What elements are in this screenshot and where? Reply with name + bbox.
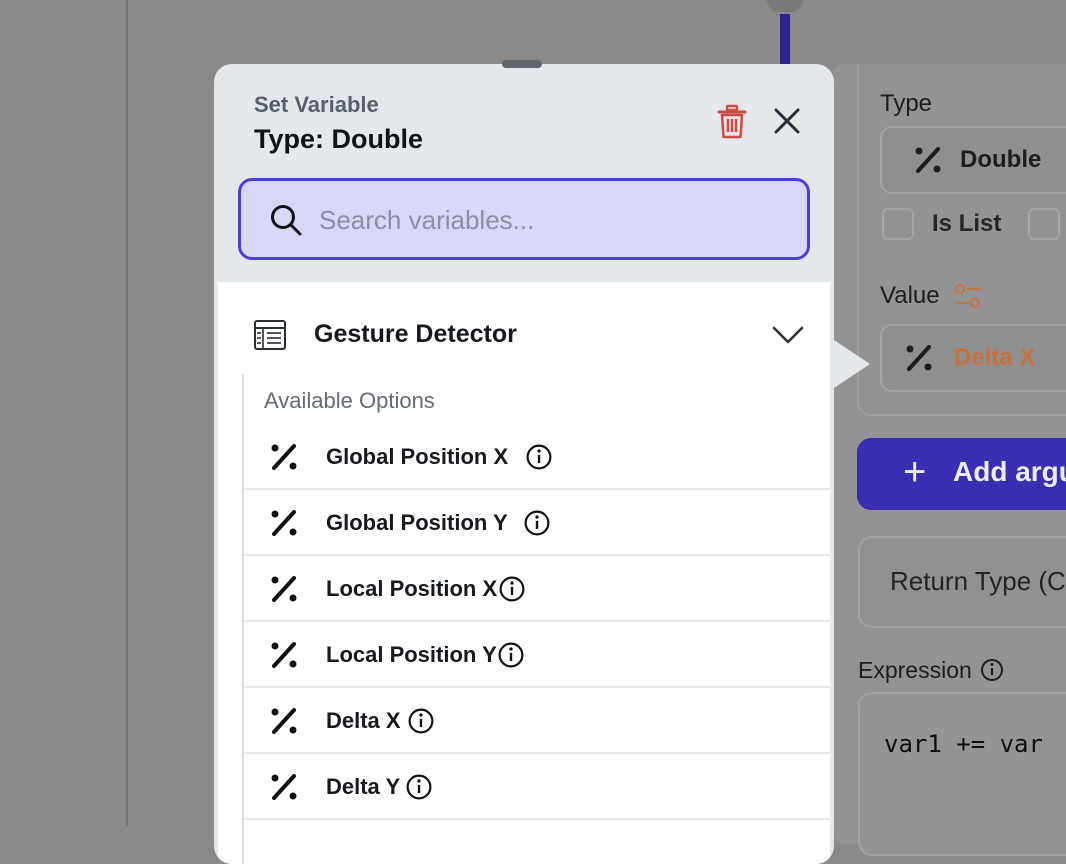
chevron-down-icon[interactable]: [772, 324, 804, 346]
available-options-label: Available Options: [264, 388, 435, 413]
return-type-field[interactable]: Return Type (C: [858, 536, 1066, 628]
list-item-delta-y[interactable]: Delta Y: [244, 756, 830, 820]
info-icon[interactable]: [498, 642, 524, 668]
value-text: Delta X: [954, 344, 1036, 371]
search-icon: [271, 205, 302, 236]
drag-handle[interactable]: [502, 60, 542, 68]
percent-icon: [915, 147, 941, 173]
group-title: Gesture Detector: [314, 320, 517, 348]
list-item-global-position-y[interactable]: Global Position Y: [244, 492, 830, 556]
table-icon: [254, 320, 286, 350]
percent-icon: [271, 444, 297, 470]
list-item-delta-x[interactable]: Delta X: [244, 690, 830, 754]
info-icon[interactable]: [406, 774, 432, 800]
expression-editor[interactable]: var1 += var: [858, 692, 1066, 856]
popup-subtitle: Set Variable: [254, 92, 379, 117]
info-icon[interactable]: [980, 658, 1004, 682]
variable-list: Gesture Detector Available Options Globa…: [218, 282, 830, 864]
info-icon[interactable]: [499, 576, 525, 602]
variable-settings-icon[interactable]: [954, 283, 982, 309]
percent-icon: [271, 642, 297, 668]
list-item-label: Global Position Y: [326, 510, 508, 535]
popup-pointer: [828, 336, 870, 392]
group-header-gesture-detector[interactable]: Gesture Detector: [218, 282, 830, 386]
list-item-local-position-x[interactable]: Local Position X: [244, 558, 830, 622]
value-selector[interactable]: Delta X: [880, 324, 1066, 392]
search-bar[interactable]: [238, 178, 810, 260]
connector-node[interactable]: [767, 0, 803, 12]
canvas-divider: [126, 0, 128, 826]
add-argument-button[interactable]: + Add argu: [857, 438, 1066, 510]
plus-icon: +: [903, 450, 927, 494]
type-dropdown[interactable]: Double: [880, 126, 1066, 194]
set-variable-popup: Set Variable Type: Double Search variabl…: [214, 64, 834, 864]
connector-line: [780, 14, 790, 66]
list-item-local-position-y[interactable]: Local Position Y: [244, 624, 830, 688]
list-item-label: Global Position X: [326, 444, 509, 469]
percent-icon: [271, 774, 297, 800]
popup-title: Type: Double: [254, 124, 424, 154]
type-value: Double: [960, 146, 1042, 173]
percent-icon: [906, 345, 932, 371]
search-input[interactable]: [317, 199, 791, 241]
expression-label: Expression: [858, 657, 972, 683]
percent-icon: [271, 510, 297, 536]
close-icon[interactable]: [772, 106, 802, 136]
info-icon[interactable]: [524, 510, 550, 536]
value-label: Value: [880, 282, 940, 309]
expression-code: var1 += var: [884, 730, 1043, 758]
list-item-label: Local Position X: [326, 576, 498, 601]
is-list-label: Is List: [932, 210, 1002, 237]
trash-icon[interactable]: [716, 104, 748, 140]
list-item-label: Delta X: [326, 708, 401, 733]
is-list-checkbox[interactable]: [882, 208, 914, 240]
list-item-global-position-x[interactable]: Global Position X: [244, 426, 830, 490]
add-argument-label: Add argu: [953, 456, 1066, 487]
list-item-label: Local Position Y: [326, 642, 497, 667]
percent-icon: [271, 708, 297, 734]
type-label: Type: [880, 90, 933, 117]
return-type-label: Return Type (C: [890, 566, 1066, 596]
info-icon[interactable]: [526, 444, 552, 470]
info-icon[interactable]: [408, 708, 434, 734]
nullable-checkbox[interactable]: [1028, 208, 1060, 240]
percent-icon: [271, 576, 297, 602]
list-item-label: Delta Y: [326, 774, 401, 799]
